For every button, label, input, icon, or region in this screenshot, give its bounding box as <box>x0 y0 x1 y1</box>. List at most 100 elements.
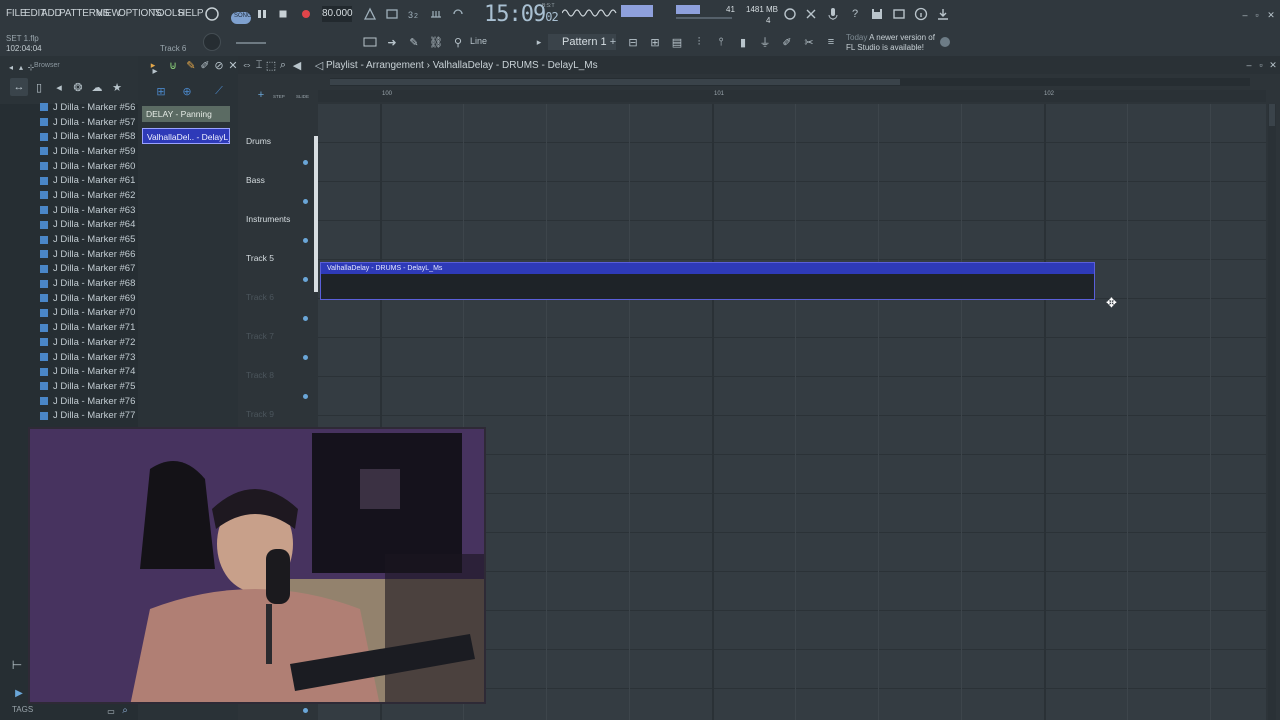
track-mute-icon[interactable] <box>303 238 308 243</box>
pattern-prev-icon[interactable]: ▸ <box>530 33 548 51</box>
undo-history-icon[interactable] <box>781 5 799 23</box>
hint-knob[interactable] <box>203 33 221 51</box>
magnet-icon[interactable]: ⊍ <box>164 56 182 74</box>
vertical-scrollbar[interactable] <box>1268 104 1276 720</box>
list-item[interactable]: J Dilla - Marker #66 <box>40 247 135 262</box>
record-button[interactable] <box>297 5 315 23</box>
list-item[interactable]: J Dilla - Marker #65 <box>40 232 135 247</box>
update-notice[interactable]: Today A newer version of FL Studio is av… <box>846 33 946 53</box>
browser-file-icon[interactable]: ▯ <box>30 78 48 96</box>
list-item[interactable]: J Dilla - Marker #72 <box>40 335 135 350</box>
clip-automation-icon[interactable]: ⊕ <box>178 82 196 100</box>
automation-clip[interactable]: ValhallaDelay - DRUMS - DelayL_Ms <box>320 262 1095 300</box>
track-mute-icon[interactable] <box>303 316 308 321</box>
clip-curve-icon[interactable]: ⟋ <box>210 82 228 100</box>
tempo-display[interactable]: 80.000 <box>322 6 353 22</box>
browser-play-icon[interactable]: ▶ <box>10 684 28 702</box>
step-edit-icon[interactable] <box>427 5 445 23</box>
brush-icon[interactable]: ✐ <box>778 33 796 51</box>
track-header[interactable]: Track 6 <box>246 292 320 321</box>
browser-arrow-icon[interactable]: ◂ <box>50 78 68 96</box>
stop-button[interactable] <box>274 5 292 23</box>
list-item[interactable]: J Dilla - Marker #73 <box>40 350 135 365</box>
list-item[interactable]: J Dilla - Marker #68 <box>40 276 135 291</box>
playback-tool-icon[interactable]: ◀ <box>288 56 306 74</box>
pattern-add-icon[interactable]: + <box>604 33 622 51</box>
pause-button[interactable] <box>253 5 271 23</box>
track-header[interactable]: Track 9 <box>246 409 320 438</box>
track-lane[interactable] <box>318 377 1266 416</box>
pencil-icon[interactable]: ✎ <box>405 33 423 51</box>
browser-collapse-icon[interactable]: ↔ <box>10 78 28 96</box>
link-icon[interactable]: ⛓ <box>427 33 445 51</box>
microphone-icon[interactable] <box>824 5 842 23</box>
help-icon[interactable]: ? <box>846 5 864 23</box>
list-item[interactable]: J Dilla - Marker #63 <box>40 203 135 218</box>
clip-item-selected[interactable]: ValhallaDel.. - DelayL_Ms <box>142 128 230 144</box>
add-track-icon[interactable]: + <box>252 86 270 104</box>
track-mute-icon[interactable] <box>303 394 308 399</box>
list-item[interactable]: J Dilla - Marker #64 <box>40 218 135 233</box>
clip-item[interactable]: DELAY - Panning <box>142 106 230 122</box>
list-item[interactable]: J Dilla - Marker #56 <box>40 100 135 115</box>
list-item[interactable]: J Dilla - Marker #57 <box>40 115 135 130</box>
track-header[interactable]: Instruments <box>246 214 320 243</box>
wait-input-icon[interactable] <box>383 5 401 23</box>
track-header[interactable]: Track 8 <box>246 370 320 399</box>
track-lane[interactable] <box>318 182 1266 221</box>
browser-cloud-icon[interactable]: ☁ <box>88 78 106 96</box>
close-icon[interactable]: ✕ <box>1262 6 1280 24</box>
list-item[interactable]: J Dilla - Marker #69 <box>40 291 135 306</box>
track-mute-icon[interactable] <box>303 708 308 713</box>
playlist-close-icon[interactable]: ✕ <box>1264 56 1280 74</box>
track-lane[interactable] <box>318 299 1266 338</box>
list-item[interactable]: J Dilla - Marker #77 <box>40 408 135 423</box>
step-label[interactable]: STEP <box>273 94 285 99</box>
list-item[interactable]: J Dilla - Marker #60 <box>40 159 135 174</box>
info-icon[interactable] <box>912 5 930 23</box>
track-mute-icon[interactable] <box>303 160 308 165</box>
track-mute-icon[interactable] <box>303 199 308 204</box>
song-mode-knob-icon[interactable] <box>203 5 221 23</box>
tags-label[interactable]: TAGS <box>12 705 33 714</box>
tools-icon[interactable]: ✂ <box>800 33 818 51</box>
track-lane[interactable] <box>318 338 1266 377</box>
track-lane[interactable] <box>318 221 1266 260</box>
fl-logo-icon[interactable] <box>936 33 954 51</box>
track-header[interactable]: Bass <box>246 175 320 204</box>
snap-mode[interactable]: Line <box>470 36 487 46</box>
track-header[interactable]: Track 7 <box>246 331 320 360</box>
time-ruler[interactable]: 100 101 102 <box>318 90 1266 102</box>
track-header[interactable]: Track 5 <box>246 253 320 282</box>
browser-plugin-icon[interactable]: ❂ <box>69 78 87 96</box>
browser-side-arrow-icon[interactable]: ⊢ <box>8 656 26 674</box>
track-mute-icon[interactable] <box>303 277 308 282</box>
download-icon[interactable] <box>934 5 952 23</box>
playlist-view-icon[interactable] <box>361 33 379 51</box>
save-icon[interactable] <box>868 5 886 23</box>
list-item[interactable]: J Dilla - Marker #76 <box>40 394 135 409</box>
list-item[interactable]: J Dilla - Marker #59 <box>40 144 135 159</box>
stamp-icon[interactable]: ⚲ <box>449 33 467 51</box>
channel-rack-icon[interactable]: ▤ <box>668 33 686 51</box>
loop-record-icon[interactable] <box>449 5 467 23</box>
list-item[interactable]: J Dilla - Marker #70 <box>40 306 135 321</box>
mixer-icon[interactable]: ⊟ <box>624 33 642 51</box>
browser-star-icon[interactable]: ★ <box>108 78 126 96</box>
metronome-icon[interactable] <box>361 5 379 23</box>
render-icon[interactable] <box>890 5 908 23</box>
slide-label[interactable]: SLIDE <box>296 94 309 99</box>
midi-icon[interactable] <box>802 5 820 23</box>
clipboard-icon[interactable]: ▮ <box>734 33 752 51</box>
list-item[interactable]: J Dilla - Marker #61 <box>40 173 135 188</box>
list-item[interactable]: J Dilla - Marker #58 <box>40 129 135 144</box>
scrollbar-thumb[interactable] <box>330 79 900 85</box>
song-mode-toggle[interactable]: SONG <box>231 12 252 24</box>
list-item[interactable]: J Dilla - Marker #67 <box>40 262 135 277</box>
countdown-icon[interactable]: 32 <box>405 5 423 23</box>
track-header[interactable]: Drums <box>246 136 320 165</box>
playlist-arrow-icon[interactable]: ▸ <box>144 56 162 74</box>
vertical-scrollbar-thumb[interactable] <box>1269 104 1275 126</box>
playlist-title[interactable]: Playlist - Arrangement › ValhallaDelay -… <box>326 60 598 71</box>
track-mute-icon[interactable] <box>303 355 308 360</box>
